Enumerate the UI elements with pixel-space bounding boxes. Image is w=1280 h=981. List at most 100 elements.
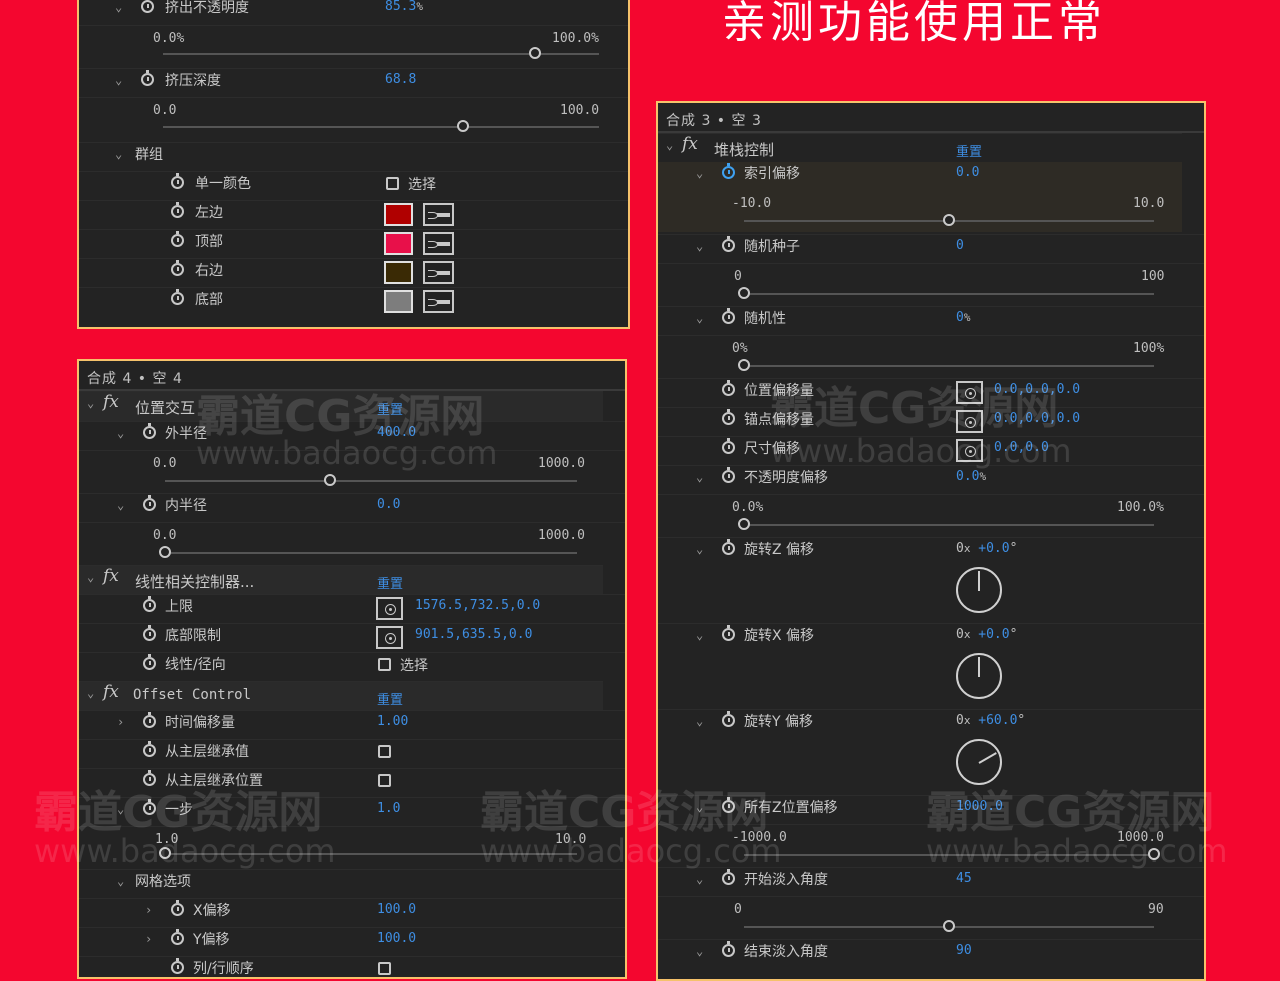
chevron-down-icon[interactable]: ⌄ — [696, 629, 708, 641]
crosshair-icon[interactable] — [376, 626, 403, 649]
single-color-checkbox[interactable] — [386, 177, 399, 190]
property-value[interactable]: 0 — [956, 238, 964, 253]
property-value[interactable]: 100.0 — [377, 931, 416, 946]
chevron-down-icon[interactable]: ⌄ — [115, 148, 127, 160]
slider-track[interactable] — [744, 365, 1154, 367]
stopwatch-icon[interactable] — [171, 929, 184, 945]
property-value[interactable]: 0% — [956, 310, 970, 325]
property-value[interactable]: 400.0 — [377, 425, 416, 440]
slider-knob[interactable] — [943, 214, 955, 226]
color-swatch[interactable] — [384, 290, 413, 313]
property-value[interactable]: 0.0,0.0 — [994, 440, 1049, 455]
chevron-down-icon[interactable]: ⌄ — [87, 397, 99, 409]
stopwatch-icon[interactable] — [722, 797, 735, 813]
slider-track[interactable] — [163, 126, 599, 128]
property-value[interactable]: 68.8 — [385, 72, 416, 87]
stopwatch-icon[interactable] — [722, 163, 735, 179]
stopwatch-icon[interactable] — [171, 202, 184, 218]
property-value[interactable]: 85.3% — [385, 0, 423, 14]
stopwatch-icon[interactable] — [141, 70, 154, 86]
slider-track[interactable] — [165, 552, 577, 554]
chevron-down-icon[interactable]: ⌄ — [117, 875, 129, 887]
stopwatch-icon[interactable] — [141, 0, 154, 13]
stopwatch-icon[interactable] — [171, 958, 184, 974]
chevron-down-icon[interactable]: ⌄ — [115, 1, 127, 13]
chevron-down-icon[interactable]: ⌄ — [696, 801, 708, 813]
eyedropper-icon[interactable] — [423, 203, 454, 226]
chevron-down-icon[interactable]: ⌄ — [696, 471, 708, 483]
slider-track[interactable] — [744, 854, 1154, 856]
slider-knob[interactable] — [1148, 848, 1160, 860]
angle-dial[interactable] — [956, 739, 1002, 785]
property-value[interactable]: 1.00 — [377, 714, 408, 729]
color-swatch[interactable] — [384, 203, 413, 226]
angle-dial[interactable] — [956, 567, 1002, 613]
stopwatch-icon[interactable] — [143, 495, 156, 511]
property-value[interactable]: 1576.5,732.5,0.0 — [415, 598, 540, 613]
stopwatch-icon[interactable] — [171, 173, 184, 189]
chevron-down-icon[interactable]: ⌄ — [87, 687, 99, 699]
color-swatch[interactable] — [384, 232, 413, 255]
eyedropper-icon[interactable] — [423, 290, 454, 313]
crosshair-icon[interactable] — [376, 597, 403, 620]
chevron-down-icon[interactable]: ⌄ — [696, 715, 708, 727]
stopwatch-icon[interactable] — [722, 539, 735, 555]
inherit-position-checkbox[interactable] — [378, 774, 391, 787]
stopwatch-icon[interactable] — [143, 712, 156, 728]
crosshair-icon[interactable] — [956, 410, 983, 433]
property-value[interactable]: 1000.0 — [956, 799, 1003, 814]
chevron-down-icon[interactable]: ⌄ — [696, 312, 708, 324]
stopwatch-icon[interactable] — [171, 231, 184, 247]
slider-track[interactable] — [744, 293, 1154, 295]
stopwatch-icon[interactable] — [722, 711, 735, 727]
chevron-right-icon[interactable]: › — [145, 933, 157, 945]
stopwatch-icon[interactable] — [143, 654, 156, 670]
property-value[interactable]: 45 — [956, 871, 972, 886]
inherit-value-checkbox[interactable] — [378, 745, 391, 758]
slider-track[interactable] — [165, 853, 577, 855]
property-value[interactable]: 0.0,0.0,0.0 — [994, 382, 1080, 397]
stopwatch-icon[interactable] — [722, 869, 735, 885]
slider-knob[interactable] — [528, 47, 541, 59]
eyedropper-icon[interactable] — [423, 232, 454, 255]
stopwatch-icon[interactable] — [171, 900, 184, 916]
stopwatch-icon[interactable] — [171, 260, 184, 276]
stopwatch-icon[interactable] — [143, 741, 156, 757]
stopwatch-icon[interactable] — [722, 409, 735, 425]
stopwatch-icon[interactable] — [722, 467, 735, 483]
property-value[interactable]: 0.0% — [956, 469, 986, 484]
property-value[interactable]: 0.0 — [377, 497, 400, 512]
color-swatch[interactable] — [384, 261, 413, 284]
chevron-down-icon[interactable]: ⌄ — [115, 74, 127, 86]
stopwatch-icon[interactable] — [722, 625, 735, 641]
stopwatch-icon[interactable] — [143, 770, 156, 786]
reset-link[interactable]: 重置 — [377, 689, 403, 708]
stopwatch-icon[interactable] — [722, 236, 735, 252]
crosshair-icon[interactable] — [956, 439, 983, 462]
property-value[interactable]: 0.0 — [956, 165, 979, 180]
slider-knob[interactable] — [456, 120, 469, 132]
property-value[interactable]: 0x +0.0° — [956, 627, 1017, 642]
chevron-down-icon[interactable]: ⌄ — [696, 240, 708, 252]
property-value[interactable]: 100.0 — [377, 902, 416, 917]
stopwatch-icon[interactable] — [722, 438, 735, 454]
reset-link[interactable]: 重置 — [377, 573, 403, 592]
property-value[interactable]: 901.5,635.5,0.0 — [415, 627, 532, 642]
chevron-down-icon[interactable]: ⌄ — [117, 427, 129, 439]
crosshair-icon[interactable] — [956, 381, 983, 404]
property-value[interactable]: 0x +60.0° — [956, 713, 1025, 728]
stopwatch-icon[interactable] — [722, 308, 735, 324]
col-row-order-checkbox[interactable] — [378, 962, 391, 975]
reset-link[interactable]: 重置 — [956, 141, 982, 160]
chevron-down-icon[interactable]: ⌄ — [696, 543, 708, 555]
chevron-down-icon[interactable]: ⌄ — [696, 945, 708, 957]
stopwatch-icon[interactable] — [722, 380, 735, 396]
stopwatch-icon[interactable] — [171, 289, 184, 305]
slider-knob[interactable] — [738, 287, 750, 299]
property-value[interactable]: 90 — [956, 943, 972, 958]
chevron-down-icon[interactable]: ⌄ — [87, 571, 99, 583]
slider-track[interactable] — [744, 524, 1154, 526]
angle-dial[interactable] — [956, 653, 1002, 699]
property-value[interactable]: 0x +0.0° — [956, 541, 1017, 556]
reset-link[interactable]: 重置 — [377, 399, 403, 418]
